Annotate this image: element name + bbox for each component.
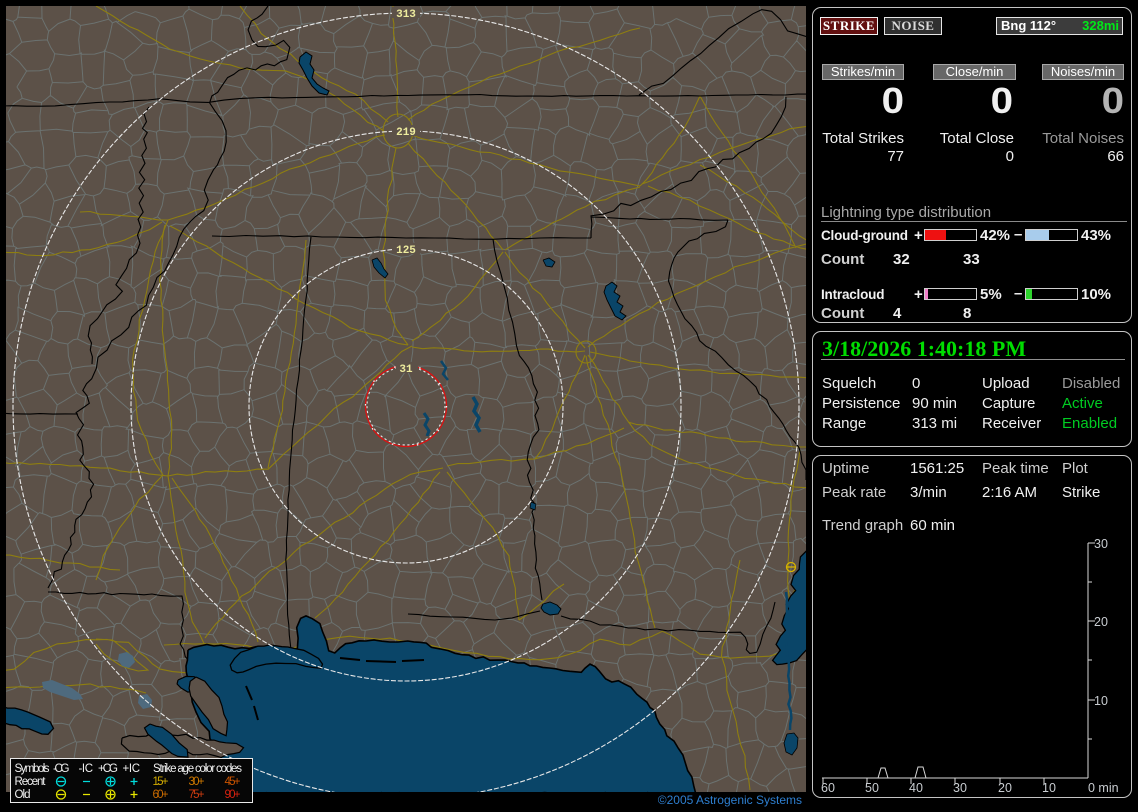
svg-text:219: 219: [396, 127, 416, 139]
svg-text:50: 50: [865, 781, 879, 794]
svg-text:20: 20: [1094, 615, 1108, 629]
svg-text:Strike age color codes: Strike age color codes: [153, 763, 242, 775]
svg-text:30+: 30+: [189, 776, 205, 788]
svg-text:30: 30: [1094, 537, 1108, 551]
svg-text:15+: 15+: [153, 776, 169, 788]
svg-text:10: 10: [1042, 781, 1056, 794]
svg-text:313: 313: [396, 9, 416, 21]
svg-text:Recent: Recent: [15, 776, 47, 788]
svg-text:+IC: +IC: [123, 763, 141, 775]
svg-text:+CG: +CG: [98, 763, 118, 775]
svg-text:40: 40: [909, 781, 923, 794]
svg-text:90+: 90+: [225, 789, 241, 801]
svg-text:30: 30: [953, 781, 967, 794]
svg-text:-IC: -IC: [79, 763, 94, 775]
svg-text:20: 20: [998, 781, 1012, 794]
svg-text:Symbols: Symbols: [15, 763, 50, 775]
svg-text:10: 10: [1094, 694, 1108, 708]
svg-text:31: 31: [399, 364, 413, 376]
svg-text:125: 125: [396, 245, 416, 257]
svg-text:60: 60: [821, 781, 835, 794]
svg-text:0 min: 0 min: [1088, 781, 1119, 794]
svg-text:60+: 60+: [153, 789, 169, 801]
svg-text:45+: 45+: [225, 776, 241, 788]
svg-text:75+: 75+: [189, 789, 205, 801]
svg-text:Old: Old: [15, 789, 31, 801]
svg-text:-CG: -CG: [53, 763, 70, 775]
